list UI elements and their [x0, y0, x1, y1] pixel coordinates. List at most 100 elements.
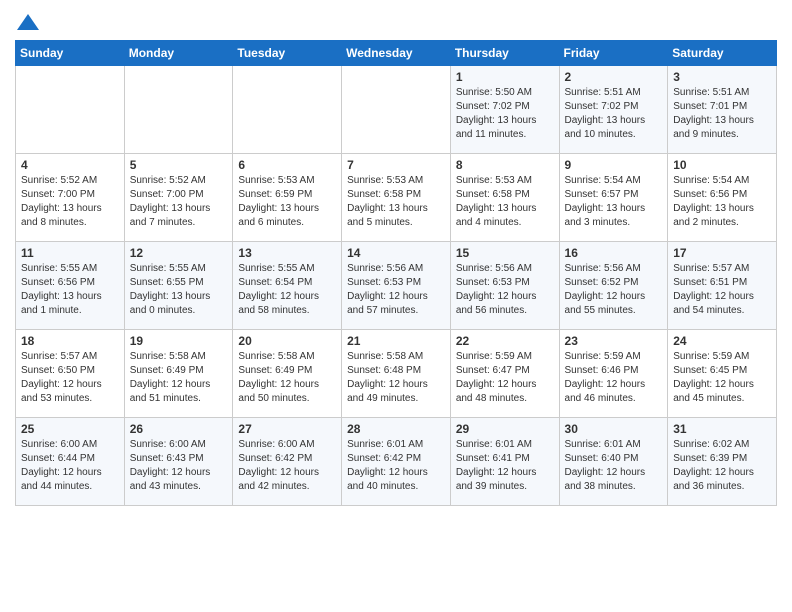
- calendar-cell: 19 Sunrise: 5:58 AM Sunset: 6:49 PM Dayli…: [124, 330, 233, 418]
- day-info: Sunrise: 5:50 AM Sunset: 7:02 PM Dayligh…: [456, 86, 554, 142]
- day-number: 21: [347, 334, 445, 348]
- calendar-cell: 1 Sunrise: 5:50 AM Sunset: 7:02 PM Daylig…: [450, 66, 559, 154]
- calendar-cell: 27 Sunrise: 6:00 AM Sunset: 6:42 PM Dayli…: [233, 418, 342, 506]
- calendar-cell: 20 Sunrise: 5:58 AM Sunset: 6:49 PM Dayli…: [233, 330, 342, 418]
- calendar-cell: 5 Sunrise: 5:52 AM Sunset: 7:00 PM Daylig…: [124, 154, 233, 242]
- day-number: 14: [347, 246, 445, 260]
- day-info: Sunrise: 6:01 AM Sunset: 6:40 PM Dayligh…: [565, 438, 663, 494]
- day-number: 26: [130, 422, 228, 436]
- day-number: 15: [456, 246, 554, 260]
- day-number: 9: [565, 158, 663, 172]
- day-info: Sunrise: 5:59 AM Sunset: 6:47 PM Dayligh…: [456, 350, 554, 406]
- day-number: 19: [130, 334, 228, 348]
- calendar-cell: 6Sunrise: 5:53 AM Sunset: 6:59 PM Daylig…: [233, 154, 342, 242]
- day-number: 24: [673, 334, 771, 348]
- day-number: 17: [673, 246, 771, 260]
- day-number: 28: [347, 422, 445, 436]
- calendar-cell: 10Sunrise: 5:54 AM Sunset: 6:56 PM Dayli…: [668, 154, 777, 242]
- calendar-cell: 3 Sunrise: 5:51 AM Sunset: 7:01 PM Daylig…: [668, 66, 777, 154]
- calendar-week-row: 11 Sunrise: 5:55 AM Sunset: 6:56 PM Dayli…: [16, 242, 777, 330]
- calendar-cell: 31 Sunrise: 6:02 AM Sunset: 6:39 PM Dayli…: [668, 418, 777, 506]
- calendar-week-row: 25 Sunrise: 6:00 AM Sunset: 6:44 PM Dayli…: [16, 418, 777, 506]
- header: [15, 10, 777, 32]
- calendar-cell: 12 Sunrise: 5:55 AM Sunset: 6:55 PM Dayli…: [124, 242, 233, 330]
- day-number: 11: [21, 246, 119, 260]
- calendar-cell: 23 Sunrise: 5:59 AM Sunset: 6:46 PM Dayli…: [559, 330, 668, 418]
- day-number: 8: [456, 158, 554, 172]
- header-sunday: Sunday: [16, 41, 125, 66]
- day-info: Sunrise: 6:01 AM Sunset: 6:42 PM Dayligh…: [347, 438, 445, 494]
- day-info: Sunrise: 5:53 AM Sunset: 6:58 PM Dayligh…: [456, 174, 554, 230]
- calendar-cell: 18 Sunrise: 5:57 AM Sunset: 6:50 PM Dayli…: [16, 330, 125, 418]
- day-number: 4: [21, 158, 119, 172]
- calendar-cell: 13 Sunrise: 5:55 AM Sunset: 6:54 PM Dayli…: [233, 242, 342, 330]
- day-info: Sunrise: 5:58 AM Sunset: 6:49 PM Dayligh…: [130, 350, 228, 406]
- day-info: Sunrise: 5:57 AM Sunset: 6:51 PM Dayligh…: [673, 262, 771, 318]
- day-info: Sunrise: 5:51 AM Sunset: 7:01 PM Dayligh…: [673, 86, 771, 142]
- day-info: Sunrise: 5:58 AM Sunset: 6:49 PM Dayligh…: [238, 350, 336, 406]
- day-info: Sunrise: 5:56 AM Sunset: 6:53 PM Dayligh…: [456, 262, 554, 318]
- day-info: Sunrise: 6:00 AM Sunset: 6:42 PM Dayligh…: [238, 438, 336, 494]
- logo-bird-icon: [17, 12, 39, 32]
- day-info: Sunrise: 5:57 AM Sunset: 6:50 PM Dayligh…: [21, 350, 119, 406]
- logo: [15, 10, 39, 32]
- calendar-cell: 16Sunrise: 5:56 AM Sunset: 6:52 PM Dayli…: [559, 242, 668, 330]
- day-number: 30: [565, 422, 663, 436]
- day-number: 2: [565, 70, 663, 84]
- day-number: 12: [130, 246, 228, 260]
- day-info: Sunrise: 5:55 AM Sunset: 6:56 PM Dayligh…: [21, 262, 119, 318]
- calendar-cell: 11 Sunrise: 5:55 AM Sunset: 6:56 PM Dayli…: [16, 242, 125, 330]
- calendar-cell: [233, 66, 342, 154]
- calendar-cell: 22Sunrise: 5:59 AM Sunset: 6:47 PM Dayli…: [450, 330, 559, 418]
- day-info: Sunrise: 5:55 AM Sunset: 6:55 PM Dayligh…: [130, 262, 228, 318]
- day-number: 10: [673, 158, 771, 172]
- calendar-cell: 2 Sunrise: 5:51 AM Sunset: 7:02 PM Daylig…: [559, 66, 668, 154]
- day-info: Sunrise: 6:00 AM Sunset: 6:43 PM Dayligh…: [130, 438, 228, 494]
- calendar-cell: 4Sunrise: 5:52 AM Sunset: 7:00 PM Daylig…: [16, 154, 125, 242]
- header-monday: Monday: [124, 41, 233, 66]
- day-info: Sunrise: 5:59 AM Sunset: 6:46 PM Dayligh…: [565, 350, 663, 406]
- day-info: Sunrise: 5:52 AM Sunset: 7:00 PM Dayligh…: [130, 174, 228, 230]
- day-number: 27: [238, 422, 336, 436]
- day-number: 6: [238, 158, 336, 172]
- day-number: 3: [673, 70, 771, 84]
- calendar-cell: 29Sunrise: 6:01 AM Sunset: 6:41 PM Dayli…: [450, 418, 559, 506]
- calendar-cell: 9 Sunrise: 5:54 AM Sunset: 6:57 PM Daylig…: [559, 154, 668, 242]
- day-number: 1: [456, 70, 554, 84]
- day-info: Sunrise: 5:53 AM Sunset: 6:58 PM Dayligh…: [347, 174, 445, 230]
- day-number: 7: [347, 158, 445, 172]
- calendar-cell: [16, 66, 125, 154]
- day-number: 13: [238, 246, 336, 260]
- calendar-week-row: 18 Sunrise: 5:57 AM Sunset: 6:50 PM Dayli…: [16, 330, 777, 418]
- day-number: 29: [456, 422, 554, 436]
- header-saturday: Saturday: [668, 41, 777, 66]
- calendar-week-row: 4 Sunrise: 5:52 AM Sunset: 7:00 PM Daylig…: [16, 154, 777, 242]
- day-info: Sunrise: 6:02 AM Sunset: 6:39 PM Dayligh…: [673, 438, 771, 494]
- day-info: Sunrise: 5:54 AM Sunset: 6:57 PM Dayligh…: [565, 174, 663, 230]
- day-info: Sunrise: 6:00 AM Sunset: 6:44 PM Dayligh…: [21, 438, 119, 494]
- header-friday: Friday: [559, 41, 668, 66]
- day-number: 5: [130, 158, 228, 172]
- calendar-cell: 26 Sunrise: 6:00 AM Sunset: 6:43 PM Dayli…: [124, 418, 233, 506]
- calendar-week-row: 1 Sunrise: 5:50 AM Sunset: 7:02 PM Daylig…: [16, 66, 777, 154]
- calendar-cell: 14 Sunrise: 5:56 AM Sunset: 6:53 PM Dayli…: [342, 242, 451, 330]
- day-info: Sunrise: 5:56 AM Sunset: 6:52 PM Dayligh…: [565, 262, 663, 318]
- calendar-cell: [124, 66, 233, 154]
- day-info: Sunrise: 5:56 AM Sunset: 6:53 PM Dayligh…: [347, 262, 445, 318]
- calendar-cell: 25 Sunrise: 6:00 AM Sunset: 6:44 PM Dayli…: [16, 418, 125, 506]
- calendar-cell: 30 Sunrise: 6:01 AM Sunset: 6:40 PM Dayli…: [559, 418, 668, 506]
- day-number: 31: [673, 422, 771, 436]
- calendar-cell: 17 Sunrise: 5:57 AM Sunset: 6:51 PM Dayli…: [668, 242, 777, 330]
- calendar-table: SundayMondayTuesdayWednesdayThursdayFrid…: [15, 40, 777, 506]
- calendar-cell: [342, 66, 451, 154]
- day-info: Sunrise: 5:58 AM Sunset: 6:48 PM Dayligh…: [347, 350, 445, 406]
- day-number: 25: [21, 422, 119, 436]
- calendar-header-row: SundayMondayTuesdayWednesdayThursdayFrid…: [16, 41, 777, 66]
- day-number: 18: [21, 334, 119, 348]
- day-number: 23: [565, 334, 663, 348]
- header-wednesday: Wednesday: [342, 41, 451, 66]
- day-number: 20: [238, 334, 336, 348]
- day-info: Sunrise: 5:55 AM Sunset: 6:54 PM Dayligh…: [238, 262, 336, 318]
- day-info: Sunrise: 5:51 AM Sunset: 7:02 PM Dayligh…: [565, 86, 663, 142]
- calendar-cell: 15 Sunrise: 5:56 AM Sunset: 6:53 PM Dayli…: [450, 242, 559, 330]
